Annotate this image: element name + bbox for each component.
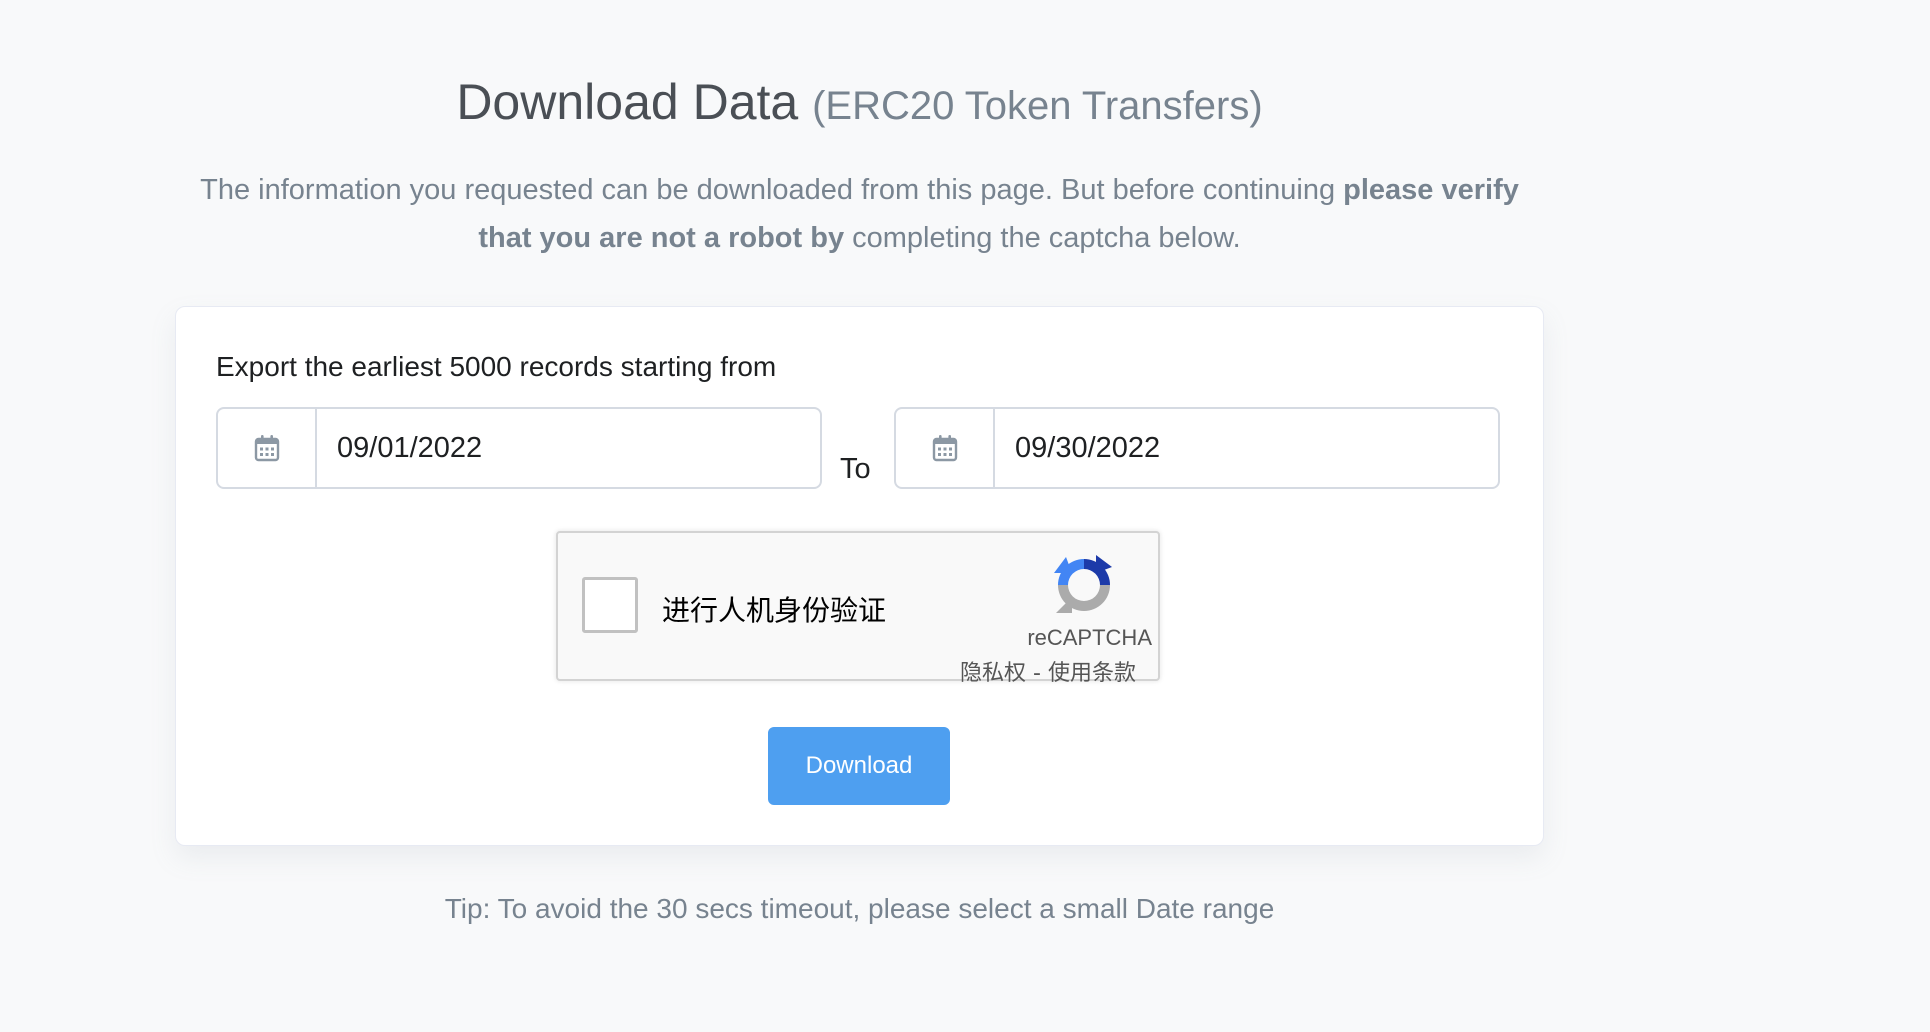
link-separator: -: [1026, 661, 1048, 686]
privacy-link[interactable]: 隐私权: [960, 661, 1026, 686]
download-button[interactable]: Download: [768, 727, 950, 805]
page-title: Download Data (ERC20 Token Transfers): [175, 72, 1544, 136]
to-date-group: [894, 407, 1500, 489]
calendar-icon: [254, 435, 279, 462]
recaptcha-brand: reCAPTCHA: [1027, 625, 1152, 650]
recaptcha-widget: 进行人机身份验证 reCAPTCHA 隐私权 - 使用条款: [556, 531, 1160, 686]
intro-text-part-1: The information you requested can be dow…: [200, 174, 1344, 206]
terms-link[interactable]: 使用条款: [1048, 661, 1136, 686]
tip-text: Tip: To avoid the 30 secs timeout, pleas…: [444, 893, 1275, 924]
recaptcha-logo-icon: [1054, 555, 1112, 613]
recaptcha-checkbox[interactable]: [582, 577, 638, 633]
to-date-calendar-button[interactable]: [896, 409, 995, 487]
intro-text: The information you requested can be dow…: [175, 166, 1544, 262]
page-header: Download Data (ERC20 Token Transfers) Th…: [175, 0, 1544, 262]
download-data-page: Download Data (ERC20 Token Transfers) Th…: [175, 0, 1544, 924]
from-date-input[interactable]: [317, 409, 820, 487]
page-title-subtitle: (ERC20 Token Transfers): [812, 84, 1263, 128]
page-title-main: Download Data: [456, 74, 799, 130]
calendar-icon: [932, 435, 957, 462]
from-date-calendar-button[interactable]: [218, 409, 317, 487]
from-date-group: [216, 407, 822, 489]
recaptcha-label: 进行人机身份验证: [662, 594, 887, 627]
to-date-input[interactable]: [995, 409, 1498, 487]
intro-text-part-2: completing the captcha below.: [844, 222, 1241, 254]
to-label: To: [840, 453, 871, 485]
export-card: Export the earliest 5000 records startin…: [175, 306, 1544, 846]
export-label: Export the earliest 5000 records startin…: [216, 351, 777, 382]
recaptcha-links: 隐私权 - 使用条款: [960, 655, 1136, 687]
